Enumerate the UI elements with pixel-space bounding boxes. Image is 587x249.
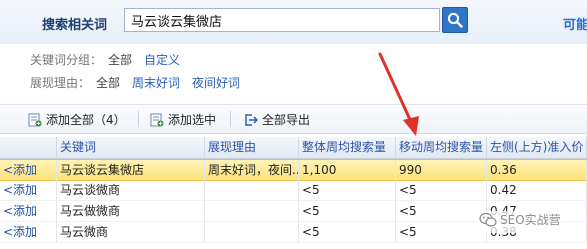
reason-cell [205,180,299,200]
keyword-group-custom-link[interactable]: 自定义 [144,53,180,67]
mobile-volume-cell: <5 [396,222,487,242]
keyword-group-filter: 关键词分组： 全部 自定义 [30,51,180,69]
display-reason-all[interactable]: 全部 [96,76,120,90]
add-all-icon [28,113,42,130]
add-selected-icon [150,113,164,130]
export-all-button[interactable]: 全部导出 [244,111,310,127]
filter-panel: 关键词分组： 全部 自定义 展现理由： 全部 周末好词 夜间好词 [0,44,587,98]
toolbar-divider [138,111,139,127]
add-keyword-link[interactable]: <添加 [3,183,37,197]
overall-volume-cell: 1,100 [299,160,396,180]
search-input[interactable] [124,8,440,32]
overall-volume-cell: <5 [299,180,396,200]
display-reason-label: 展现理由： [30,76,91,90]
mobile-volume-cell: <5 [396,180,487,200]
watermark-text: SEO实战营 [500,213,561,227]
column-header-keyword[interactable]: 关键词 [57,137,205,158]
mobile-volume-cell: <5 [396,201,487,221]
add-selected-label: 添加选中 [168,113,217,127]
reason-cell: 周末好词，夜间... [205,160,299,180]
search-bar: 搜索相关词 可能 [0,0,587,45]
toolbar-divider [230,111,231,127]
add-keyword-link[interactable]: <添加 [3,204,37,218]
toolbar: 添加全部（4） 添加选中 全部导出 [0,104,587,134]
keyword-group-label: 关键词分组： [30,53,103,67]
add-all-label: 添加全部（4） [46,113,126,127]
mobile-volume-cell: 990 [396,160,487,180]
wechat-icon [479,212,497,227]
entry-price-cell: 0.36 [487,160,587,180]
add-keyword-link[interactable]: <添加 [3,225,37,239]
keyword-cell: 马云做微商 [57,201,205,221]
export-all-label: 全部导出 [262,113,311,127]
search-label: 搜索相关词 [42,18,108,33]
column-header [0,137,57,158]
display-reason-night-link[interactable]: 夜间好词 [192,76,240,90]
export-icon [244,113,259,130]
overall-volume-cell: <5 [299,222,396,242]
column-header-mobile-volume[interactable]: 移动周均搜索量 [396,137,487,158]
keyword-cell: 马云微商 [57,222,205,242]
table-row[interactable]: <添加 马云谈微商 <5 <5 0.42 [0,180,587,201]
overall-volume-cell: <5 [299,201,396,221]
display-reason-filter: 展现理由： 全部 周末好词 夜间好词 [30,74,240,92]
watermark: SEO实战营 [477,211,563,233]
entry-price-cell: 0.42 [487,180,587,200]
keyword-cell: 马云谈微商 [57,180,205,200]
display-reason-weekend-link[interactable]: 周末好词 [132,76,180,90]
search-button[interactable] [442,7,468,33]
table-row[interactable]: <添加 马云谈云集微店 周末好词，夜间... 1,100 990 0.36 [0,159,587,181]
search-icon [447,12,463,28]
keyword-cell: 马云谈云集微店 [57,160,205,180]
column-header-entry-price[interactable]: 左侧(上方)准入价 [487,137,587,158]
search-right-link[interactable]: 可能 [563,14,587,33]
reason-cell [205,201,299,221]
add-all-button[interactable]: 添加全部（4） [28,111,126,127]
add-keyword-link[interactable]: <添加 [3,163,37,177]
table-header: 关键词 展现理由 整体周均搜索量 移动周均搜索量 左侧(上方)准入价 [0,137,587,159]
column-header-overall-volume[interactable]: 整体周均搜索量 [299,137,396,158]
keyword-group-all[interactable]: 全部 [108,53,132,67]
reason-cell [205,222,299,242]
add-selected-button[interactable]: 添加选中 [150,111,216,127]
column-header-reason[interactable]: 展现理由 [205,137,299,158]
